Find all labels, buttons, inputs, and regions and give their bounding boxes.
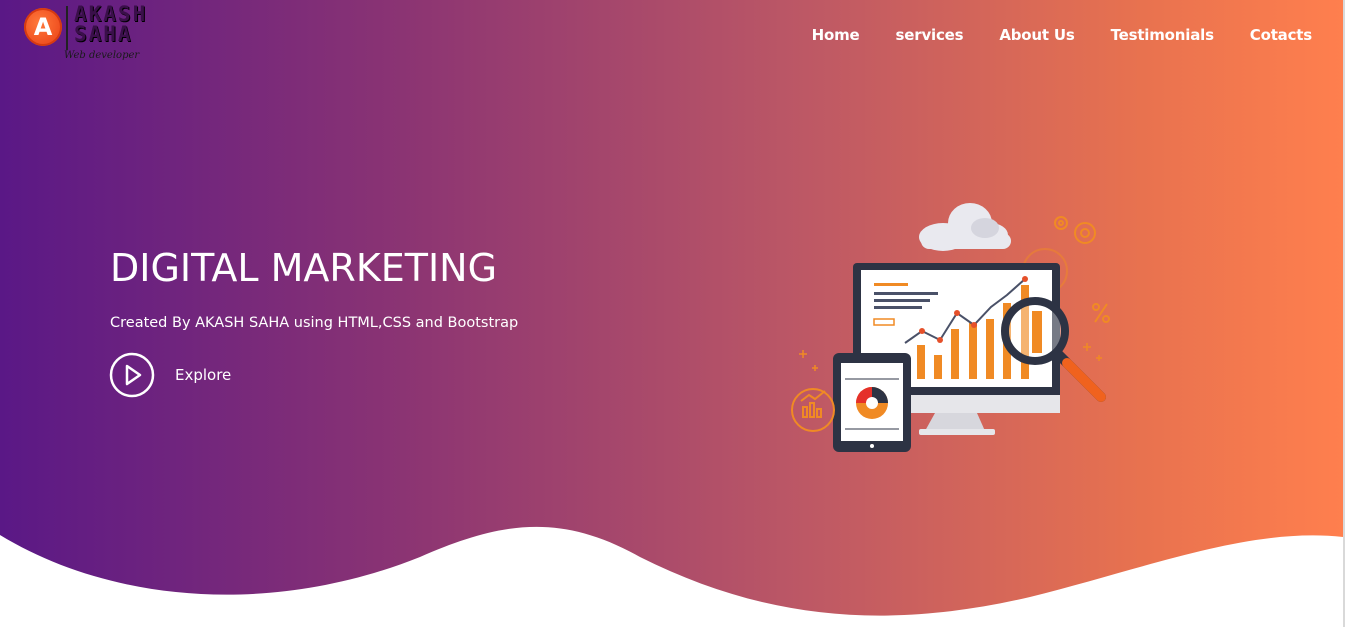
cloud-icon bbox=[919, 203, 1011, 251]
hero-section: A AKASH SAHA Web developer Home services… bbox=[0, 0, 1343, 627]
nav-home[interactable]: Home bbox=[812, 26, 860, 44]
logo-letter: A bbox=[33, 13, 53, 41]
nav-about-us[interactable]: About Us bbox=[999, 26, 1074, 44]
explore-label: Explore bbox=[175, 366, 232, 384]
play-icon[interactable] bbox=[109, 352, 155, 398]
logo-badge: A bbox=[24, 8, 62, 46]
logo-name: AKASH SAHA bbox=[74, 2, 184, 46]
percent-icon bbox=[1092, 303, 1110, 323]
pie-chart-icon bbox=[856, 387, 888, 419]
brand-logo[interactable]: A AKASH SAHA Web developer bbox=[24, 2, 184, 66]
nav-contacts[interactable]: Cotacts bbox=[1250, 26, 1312, 44]
hero-wave-divider bbox=[0, 526, 1343, 627]
growth-badge-icon bbox=[791, 388, 835, 432]
explore-button[interactable]: Explore bbox=[109, 352, 231, 398]
logo-name-line2: SAHA bbox=[74, 22, 133, 46]
nav-services[interactable]: services bbox=[896, 26, 964, 44]
digital-marketing-illustration bbox=[791, 203, 1110, 452]
hero-subtitle: Created By AKASH SAHA using HTML,CSS and… bbox=[110, 315, 519, 331]
hero-title: DIGITAL MARKETING bbox=[110, 246, 498, 290]
nav-testimonials[interactable]: Testimonials bbox=[1111, 26, 1214, 44]
logo-name-line1: AKASH bbox=[74, 2, 148, 26]
logo-tagline: Web developer bbox=[64, 50, 140, 61]
main-nav: Home services About Us Testimonials Cota… bbox=[812, 26, 1313, 44]
logo-divider bbox=[66, 6, 68, 50]
